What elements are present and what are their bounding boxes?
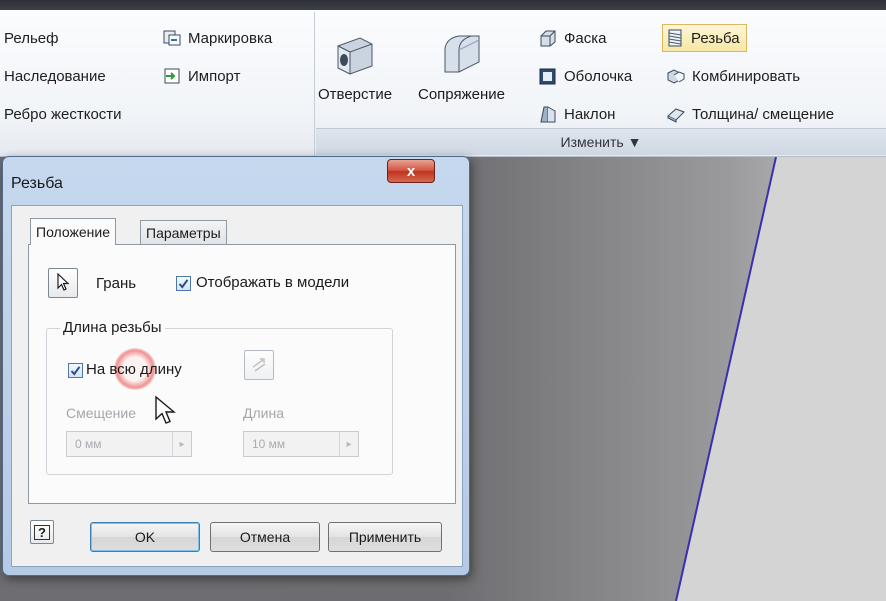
screen: Рельеф Наследование Ребро жесткости Марк… [0,0,886,601]
cancel-button-label: Отмена [239,529,291,545]
cursor-arrow-icon [155,395,176,424]
modify-panel-label[interactable]: Изменить ▼ [316,128,886,155]
ribbon-separator [314,12,315,156]
face-label: Грань [96,275,137,292]
ribbon-shell[interactable]: Оболочка [538,64,632,88]
ribbon-mark-label: Маркировка [188,29,273,47]
chamfer-icon [538,28,558,48]
thicken-icon [666,104,686,124]
close-icon: x [406,162,416,180]
tab-location[interactable]: Положение [30,218,116,245]
apply-button[interactable]: Применить [328,522,442,552]
ribbon-thicken[interactable]: Толщина/ смещение [666,102,834,126]
hole-icon [318,32,392,80]
apply-button-label: Применить [348,529,422,545]
arrow-select-icon [55,272,71,294]
title-strip [0,0,886,10]
show-in-model-label: Отображать в модели [196,274,350,291]
close-button[interactable]: x [387,159,435,183]
ribbon-draft[interactable]: Наклон [538,102,615,126]
tab-parameters-label: Параметры [146,225,221,241]
ok-button-label: OK [134,529,156,545]
help-icon: ? [34,524,50,540]
ribbon-thread-label: Резьба [691,29,740,47]
dialog-title: Резьба [11,175,63,192]
fillet-icon [418,32,505,80]
offset-label: Смещение [66,405,137,421]
ribbon-emboss[interactable]: Рельеф [4,26,58,50]
draft-icon [538,104,558,124]
ribbon-derive[interactable]: Наследование [4,64,106,88]
flip-arrows-icon [250,355,268,376]
thread-icon [665,28,685,48]
ribbon-fillet-label: Сопряжение [418,86,505,103]
modify-panel-label-text: Изменить ▼ [560,134,642,150]
face-select-button[interactable] [48,268,78,298]
shell-icon [538,66,558,86]
length-field[interactable]: 10 мм ▸ [243,431,359,457]
offset-value: 0 мм [75,437,102,451]
ribbon-fillet-button[interactable]: Сопряжение [418,32,505,103]
ribbon-import-label: Импорт [188,67,241,85]
help-button[interactable]: ? [30,520,54,544]
ribbon-hole-button[interactable]: Отверстие [318,32,392,103]
ribbon-mark[interactable]: Маркировка [162,26,272,50]
length-label: Длина [243,405,284,421]
full-length-checkbox[interactable] [68,363,83,378]
ribbon-chamfer-label: Фаска [564,29,607,47]
full-length-label[interactable]: На всю длину [86,361,182,378]
flip-direction-button[interactable] [244,350,274,380]
thread-length-group-title: Длина резьбы [60,319,165,336]
checkmark-icon [178,279,189,289]
ribbon-combine-label: Комбинировать [692,67,801,85]
ribbon-shell-label: Оболочка [564,67,633,85]
mouse-cursor [154,395,178,430]
ribbon-thread[interactable]: Резьба [662,24,747,52]
ribbon-import[interactable]: Импорт [162,64,240,88]
ribbon-hole-label: Отверстие [318,86,393,103]
length-spin-icon[interactable]: ▸ [339,432,358,456]
import-icon [162,66,182,86]
tab-parameters[interactable]: Параметры [140,220,227,245]
mark-icon [162,28,182,48]
combine-icon [666,66,686,86]
ribbon-combine[interactable]: Комбинировать [666,64,800,88]
ribbon-thicken-label: Толщина/ смещение [692,105,835,123]
tab-location-label: Положение [36,224,110,240]
offset-field[interactable]: 0 мм ▸ [66,431,192,457]
ribbon-rib-label: Ребро жесткости [4,105,122,123]
ribbon-draft-label: Наклон [564,105,616,123]
cancel-button[interactable]: Отмена [210,522,320,552]
ok-button[interactable]: OK [90,522,200,552]
checkmark-icon [70,366,81,376]
ribbon-emboss-label: Рельеф [4,29,59,47]
show-in-model-checkbox[interactable] [176,276,191,291]
ribbon-chamfer[interactable]: Фаска [538,26,606,50]
ribbon-rib[interactable]: Ребро жесткости [4,102,122,126]
ribbon-derive-label: Наследование [4,67,106,85]
offset-spin-icon[interactable]: ▸ [172,432,191,456]
length-value: 10 мм [252,437,286,451]
